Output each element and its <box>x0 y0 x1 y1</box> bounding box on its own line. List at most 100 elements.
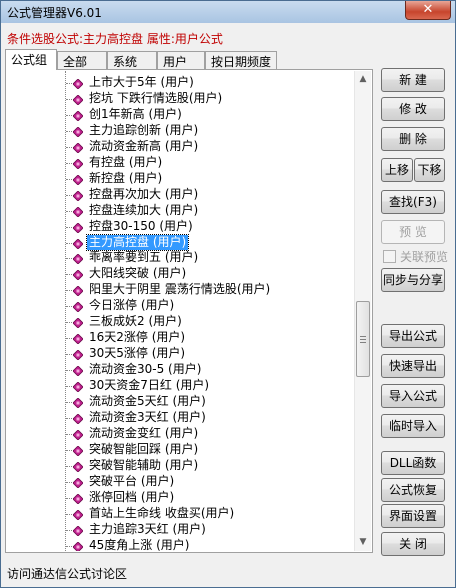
tree-item[interactable]: 有控盘 (用户) <box>7 155 355 171</box>
tree-item[interactable]: 首站上生命线 收盘买(用户) <box>7 506 355 522</box>
tree-item-label: 乖离率要到五 (用户) <box>89 250 199 265</box>
find-button[interactable]: 查找(F3) <box>381 190 445 214</box>
tree-item-label: 30天资金7日红 (用户) <box>89 378 210 393</box>
tree-item[interactable]: 主力追踪创新 (用户) <box>7 123 355 139</box>
tree-item[interactable]: 上市大于5年 (用户) <box>7 75 355 91</box>
tree-item-label: 三板成妖2 (用户) <box>89 314 182 329</box>
tree-item[interactable]: 三板成妖2 (用户) <box>7 314 355 330</box>
scroll-thumb[interactable] <box>356 301 370 377</box>
tree-item[interactable]: 16天2涨停 (用户) <box>7 330 355 346</box>
tree-item-label: 今日涨停 (用户) <box>89 298 175 313</box>
scroll-down-arrow-icon[interactable]: ▼ <box>355 534 371 551</box>
tree-item[interactable]: 新控盘 (用户) <box>7 171 355 187</box>
tree-item[interactable]: 流动资金5天红 (用户) <box>7 394 355 410</box>
tree-item[interactable]: 阳里大于阴里 震荡行情选股(用户) <box>7 282 355 298</box>
tree-item[interactable]: 流动资金变红 (用户) <box>7 426 355 442</box>
formula-status-label: 条件选股公式:主力高控盘 属性:用户公式 <box>7 32 223 46</box>
formula-icon <box>72 237 84 250</box>
formula-icon <box>72 509 84 521</box>
export-formula-button[interactable]: 导出公式 <box>381 324 445 348</box>
tree-item[interactable]: 流动资金新高 (用户) <box>7 139 355 155</box>
temp-import-button[interactable]: 临时导入 <box>381 414 445 438</box>
delete-button[interactable]: 删 除 <box>381 127 445 151</box>
tree-item-label: 涨停回档 (用户) <box>89 489 175 504</box>
forum-link[interactable]: 访问通达信公式讨论区 <box>7 565 127 582</box>
grip-line <box>360 339 366 340</box>
tree-item[interactable]: 流动资金30-5 (用户) <box>7 362 355 378</box>
tree-item[interactable]: 控盘30-150 (用户) <box>7 219 355 235</box>
formula-tree[interactable]: 上市大于5年 (用户) 挖坑 下跌行情选股(用户) 创1年新高 (用户) 主力追踪创新… <box>7 71 355 551</box>
vertical-scrollbar[interactable]: ▲ ▼ <box>354 71 371 551</box>
tree-item[interactable]: 流动资金3天红 (用户) <box>7 410 355 426</box>
tree-item-label: 45度角上涨 (用户) <box>89 537 190 551</box>
tree-item-label: 主力追踪创新 (用户) <box>89 122 199 137</box>
tab-system[interactable]: 系统 <box>107 51 157 69</box>
tree-item[interactable]: 挖坑 下跌行情选股(用户) <box>7 91 355 107</box>
tree-item[interactable]: 涨停回档 (用户) <box>7 490 355 506</box>
tab-formula-group[interactable]: 公式组 <box>5 49 57 70</box>
tree-item[interactable]: 创1年新高 (用户) <box>7 107 355 123</box>
quick-export-button[interactable]: 快速导出 <box>381 354 445 378</box>
tree-item-label: 控盘30-150 (用户) <box>89 218 193 233</box>
new-button[interactable]: 新 建 <box>381 68 445 92</box>
formula-icon <box>72 349 84 361</box>
tree-item[interactable]: 45度角上涨 (用户) <box>7 538 355 551</box>
tree-item-label: 流动资金新高 (用户) <box>89 138 199 153</box>
link-preview-checkbox[interactable]: 关联预览 <box>383 248 448 264</box>
tree-item[interactable]: 突破智能回踩 (用户) <box>7 442 355 458</box>
tree-item-label: 有控盘 (用户) <box>89 154 163 169</box>
formula-icon <box>72 525 84 537</box>
grip-line <box>360 336 366 337</box>
formula-icon <box>72 253 84 266</box>
grip-line <box>360 342 366 343</box>
tree-item-label: 控盘连续加大 (用户) <box>89 202 199 217</box>
tree-item[interactable]: 突破智能辅助 (用户) <box>7 458 355 474</box>
tree-item[interactable]: 今日涨停 (用户) <box>7 298 355 314</box>
formula-icon <box>72 206 84 218</box>
window-title: 公式管理器V6.01 <box>7 6 102 20</box>
close-button[interactable]: 关 闭 <box>381 532 445 556</box>
tree-item-label: 主力追踪3天红 (用户) <box>89 521 206 536</box>
tab-by-date-frequency[interactable]: 按日期频度 <box>205 51 277 69</box>
formula-icon <box>72 142 84 154</box>
tree-item[interactable]: 大阳线突破 (用户) <box>7 266 355 282</box>
tree-item[interactable]: 乖离率要到五 (用户) <box>7 250 355 266</box>
formula-icon <box>72 381 84 393</box>
formula-icon <box>72 317 84 329</box>
checkbox-box[interactable] <box>383 250 396 263</box>
scroll-up-arrow-icon[interactable]: ▲ <box>355 71 371 88</box>
formula-icon <box>72 78 84 90</box>
tree-item[interactable]: 30天5涨停 (用户) <box>7 346 355 362</box>
move-down-button[interactable]: 下移 <box>414 158 445 182</box>
ui-settings-button[interactable]: 界面设置 <box>381 504 445 528</box>
tab-user[interactable]: 用户 <box>157 51 205 69</box>
tree-item[interactable]: 突破平台 (用户) <box>7 474 355 490</box>
formula-icon <box>72 365 84 377</box>
tree-item[interactable]: 控盘连续加大 (用户) <box>7 203 355 219</box>
modify-button[interactable]: 修 改 <box>381 97 445 121</box>
preview-button[interactable]: 预 览 <box>381 220 445 244</box>
tree-item-label: 挖坑 下跌行情选股(用户) <box>89 90 223 105</box>
move-up-button[interactable]: 上移 <box>381 158 413 182</box>
formula-icon <box>72 110 84 122</box>
formula-icon <box>72 285 84 297</box>
tree-item-label: 流动资金30-5 (用户) <box>89 362 202 377</box>
tree-item-label: 上市大于5年 (用户) <box>89 75 194 89</box>
import-formula-button[interactable]: 导入公式 <box>381 384 445 408</box>
tree-item-label: 16天2涨停 (用户) <box>89 330 186 345</box>
formula-icon <box>72 461 84 473</box>
tree-item[interactable]: 控盘再次加大 (用户) <box>7 187 355 203</box>
tree-item-label: 首站上生命线 收盘买(用户) <box>89 505 235 520</box>
restore-formula-button[interactable]: 公式恢复 <box>381 478 445 502</box>
close-window-button[interactable]: ✕ <box>405 1 451 20</box>
tree-item-label: 流动资金变红 (用户) <box>89 425 199 440</box>
tree-item[interactable]: 30天资金7日红 (用户) <box>7 378 355 394</box>
tab-all[interactable]: 全部 <box>57 51 107 69</box>
tree-item-label: 新控盘 (用户) <box>89 170 163 185</box>
tree-item[interactable]: 主力追踪3天红 (用户) <box>7 522 355 538</box>
formula-icon <box>72 301 84 313</box>
sync-share-button[interactable]: 同步与分享 <box>381 268 445 292</box>
dll-functions-button[interactable]: DLL函数 <box>381 451 445 475</box>
tree-item[interactable]: 主力高控盘 (用户) <box>7 233 355 251</box>
formula-icon <box>72 445 84 457</box>
